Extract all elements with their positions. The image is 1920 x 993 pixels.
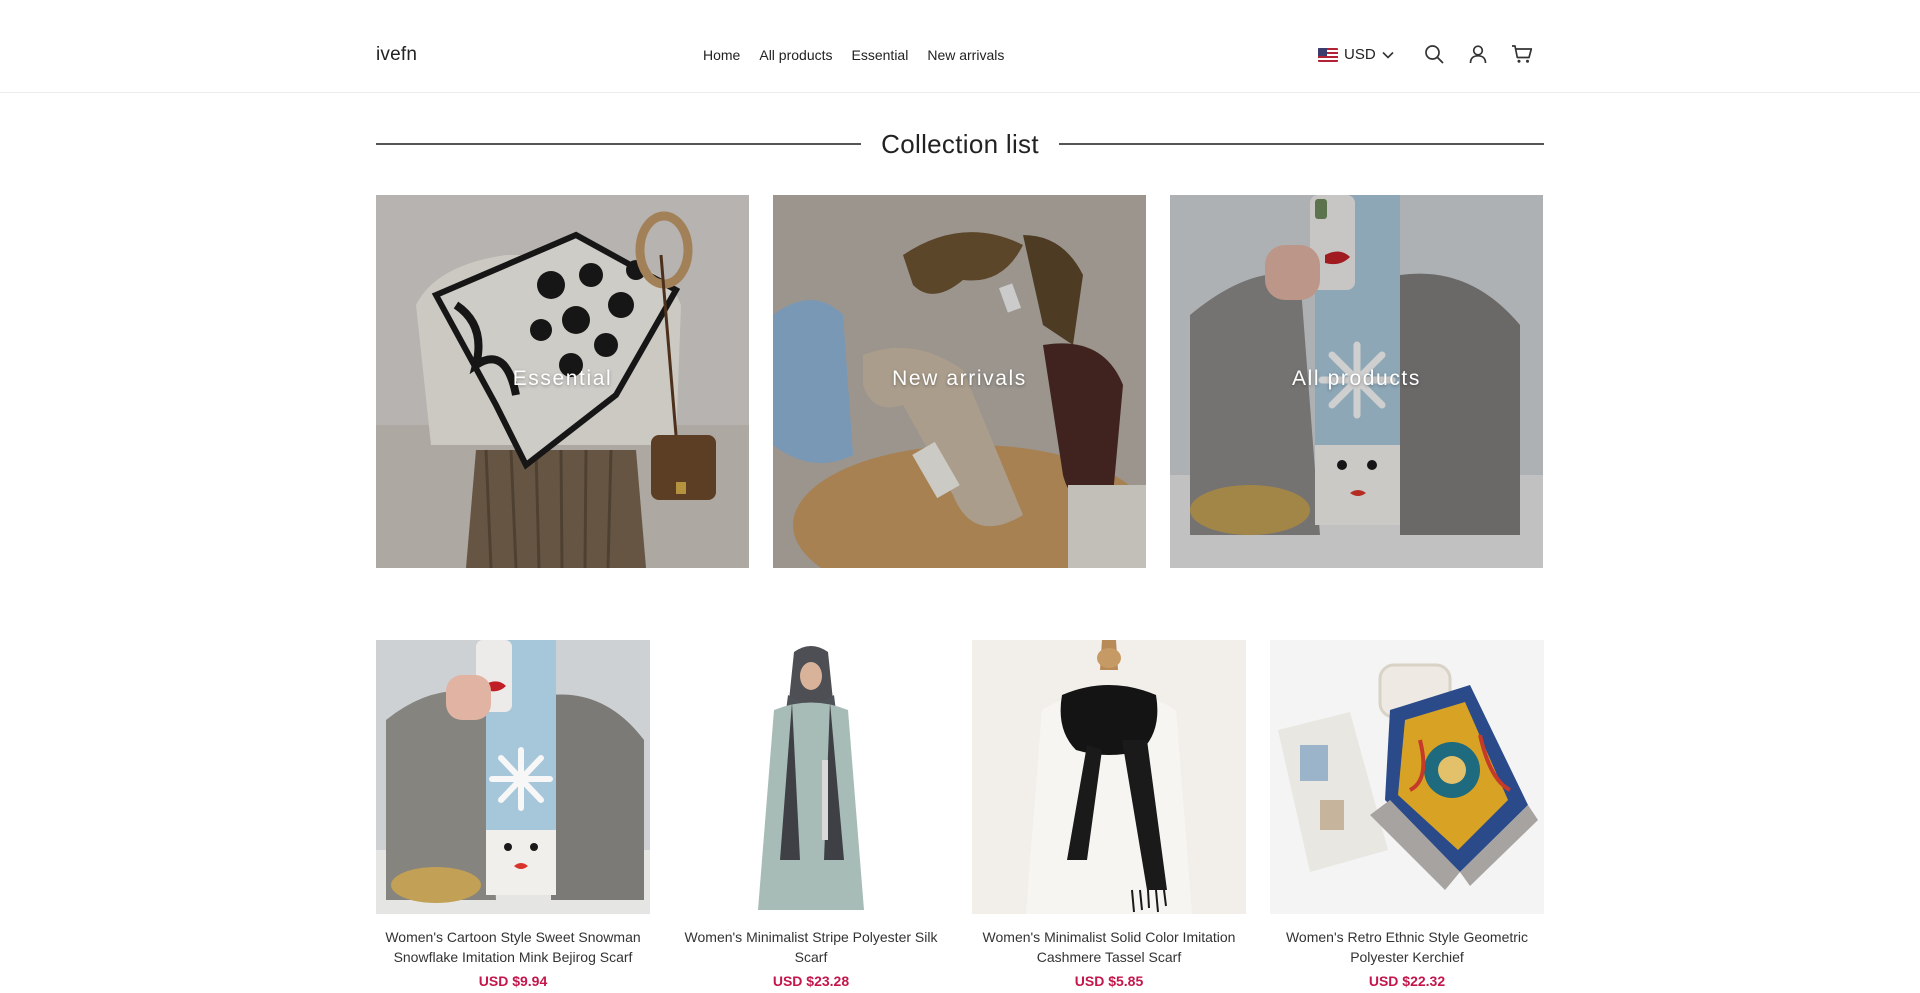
product-title[interactable]: Women's Retro Ethnic Style Geometric Pol… (1270, 927, 1544, 967)
product-image[interactable] (674, 640, 948, 914)
currency-selector[interactable]: USD (1318, 46, 1394, 63)
product-title[interactable]: Women's Minimalist Stripe Polyester Silk… (674, 927, 948, 967)
product-card[interactable]: Women's Cartoon Style Sweet Snowman Snow… (376, 640, 650, 989)
cart-icon[interactable] (1511, 43, 1533, 65)
divider (1058, 143, 1545, 145)
product-price: USD $22.32 (1368, 973, 1446, 989)
product-card[interactable]: Women's Minimalist Solid Color Imitation… (972, 640, 1246, 989)
site-header: ivefn Home All products Essential New ar… (0, 0, 1920, 93)
main-nav: Home All products Essential New arrivals (703, 47, 1023, 63)
collection-card-essential[interactable]: Essential (376, 195, 749, 568)
product-image[interactable] (972, 640, 1246, 914)
divider (376, 143, 862, 145)
product-card[interactable]: Women's Minimalist Stripe Polyester Silk… (674, 640, 948, 989)
product-image[interactable] (1270, 640, 1544, 914)
collection-label: Essential (512, 367, 613, 390)
search-icon[interactable] (1423, 43, 1445, 65)
collection-label: New arrivals (892, 367, 1027, 390)
collection-list-heading: Collection list (376, 128, 1545, 160)
nav-item-all-products[interactable]: All products (759, 47, 832, 63)
nav-item-essential[interactable]: Essential (852, 47, 909, 63)
product-grid: Women's Cartoon Style Sweet Snowman Snow… (376, 640, 1544, 989)
brand-logo[interactable]: ivefn (376, 44, 417, 66)
section-title: Collection list (881, 128, 1039, 159)
product-price: USD $5.85 (1074, 973, 1144, 989)
product-price: USD $9.94 (478, 973, 548, 989)
product-title[interactable]: Women's Minimalist Solid Color Imitation… (972, 927, 1246, 967)
nav-item-new-arrivals[interactable]: New arrivals (927, 47, 1004, 63)
chevron-down-icon (1382, 46, 1394, 63)
product-image[interactable] (376, 640, 650, 914)
collection-card-all-products[interactable]: All products (1170, 195, 1543, 568)
collection-label: All products (1292, 367, 1421, 390)
user-icon[interactable] (1467, 43, 1489, 65)
currency-code: USD (1344, 46, 1376, 63)
nav-item-home[interactable]: Home (703, 47, 740, 63)
product-title[interactable]: Women's Cartoon Style Sweet Snowman Snow… (376, 927, 650, 967)
us-flag-icon (1318, 47, 1338, 62)
product-price: USD $23.28 (772, 973, 850, 989)
product-card[interactable]: Women's Retro Ethnic Style Geometric Pol… (1270, 640, 1544, 989)
collection-grid: Essential New arrivals All products (376, 195, 1544, 568)
collection-card-new-arrivals[interactable]: New arrivals (773, 195, 1146, 568)
